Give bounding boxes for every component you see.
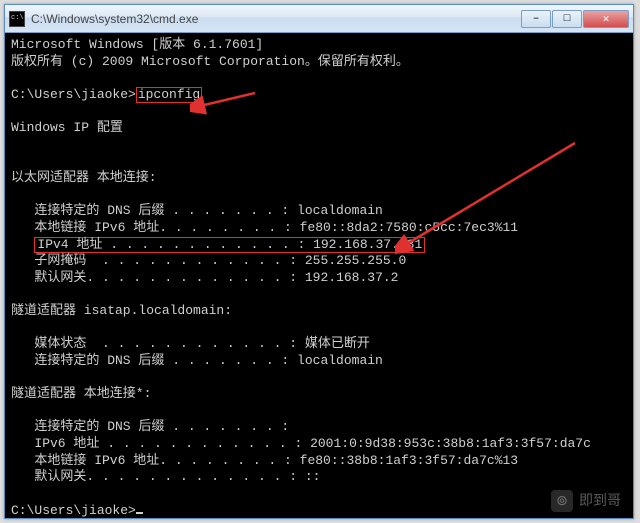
command-highlight: ipconfig: [136, 87, 202, 103]
adapter-title: 以太网适配器 本地连接:: [11, 170, 157, 185]
row-label: 子网掩码 . . . . . . . . . . . . :: [34, 253, 297, 268]
table-row: 子网掩码 . . . . . . . . . . . . : 255.255.2…: [34, 253, 406, 268]
row-value: 2001:0:9d38:953c:38b8:1af3:3f57:da7c: [310, 436, 591, 451]
row-label: IPv6 地址 . . . . . . . . . . . . :: [34, 436, 302, 451]
row-value: ::: [305, 469, 321, 484]
ipconfig-heading: Windows IP 配置: [11, 120, 123, 135]
maximize-button[interactable]: □: [552, 10, 582, 28]
row-label: 连接特定的 DNS 后缀 . . . . . . . :: [34, 419, 289, 434]
row-value: 媒体已断开: [305, 336, 370, 351]
adapter-title: 隧道适配器 本地连接*:: [11, 386, 151, 401]
minimize-button[interactable]: –: [521, 10, 551, 28]
row-value: localdomain: [297, 203, 383, 218]
window-controls: – □ ✕: [521, 10, 629, 28]
row-value: 192.168.37.2: [305, 270, 399, 285]
table-row: 本地链接 IPv6 地址. . . . . . . . : fe80::8da2…: [34, 220, 518, 235]
titlebar[interactable]: C:\Windows\system32\cmd.exe – □ ✕: [5, 5, 633, 33]
table-row: 默认网关. . . . . . . . . . . . . : ::: [34, 469, 320, 484]
table-row: IPv6 地址 . . . . . . . . . . . . : 2001:0…: [34, 436, 591, 451]
close-button[interactable]: ✕: [583, 10, 629, 28]
table-row: 默认网关. . . . . . . . . . . . . : 192.168.…: [34, 270, 398, 285]
table-row: 本地链接 IPv6 地址. . . . . . . . : fe80::38b8…: [34, 453, 518, 468]
table-row: 媒体状态 . . . . . . . . . . . . : 媒体已断开: [34, 336, 369, 351]
watermark: ⊚ 即到哥: [551, 490, 621, 512]
table-row: IPv4 地址 . . . . . . . . . . . . : 192.16…: [34, 237, 425, 252]
table-row: 连接特定的 DNS 后缀 . . . . . . . : localdomain: [34, 203, 382, 218]
row-label: 连接特定的 DNS 后缀 . . . . . . . :: [34, 353, 289, 368]
terminal-output[interactable]: Microsoft Windows [版本 6.1.7601] 版权所有 (c)…: [5, 33, 633, 518]
row-label: IPv4 地址 . . . . . . . . . . . . :: [37, 237, 305, 252]
table-row: 连接特定的 DNS 后缀 . . . . . . . : localdomain: [34, 353, 382, 368]
row-value: localdomain: [297, 353, 383, 368]
row-label: 本地链接 IPv6 地址. . . . . . . . :: [34, 453, 291, 468]
row-label: 媒体状态 . . . . . . . . . . . . :: [34, 336, 297, 351]
prompt-path: C:\Users\jiaoke>: [11, 87, 136, 102]
cmd-icon: [9, 11, 25, 27]
wechat-icon: ⊚: [551, 490, 573, 512]
row-label: 默认网关. . . . . . . . . . . . . :: [34, 270, 297, 285]
row-label: 连接特定的 DNS 后缀 . . . . . . . :: [34, 203, 289, 218]
adapter-title: 隧道适配器 isatap.localdomain:: [11, 303, 232, 318]
window-title: C:\Windows\system32\cmd.exe: [31, 12, 521, 26]
watermark-text: 即到哥: [579, 492, 621, 510]
prompt-path: C:\Users\jiaoke>: [11, 503, 136, 518]
row-label: 本地链接 IPv6 地址. . . . . . . . :: [34, 220, 291, 235]
header-line: 版权所有 (c) 2009 Microsoft Corporation。保留所有…: [11, 54, 409, 69]
table-row: 连接特定的 DNS 后缀 . . . . . . . :: [34, 419, 297, 434]
header-line: Microsoft Windows [版本 6.1.7601]: [11, 37, 263, 52]
row-value: 255.255.255.0: [305, 253, 406, 268]
cursor: [136, 512, 143, 514]
cmd-window: C:\Windows\system32\cmd.exe – □ ✕ Micros…: [4, 4, 634, 519]
row-value: fe80::38b8:1af3:3f57:da7c%13: [300, 453, 518, 468]
row-value: fe80::8da2:7580:c5cc:7ec3%11: [300, 220, 518, 235]
row-value: 192.168.37.131: [313, 237, 422, 252]
row-label: 默认网关. . . . . . . . . . . . . :: [34, 469, 297, 484]
